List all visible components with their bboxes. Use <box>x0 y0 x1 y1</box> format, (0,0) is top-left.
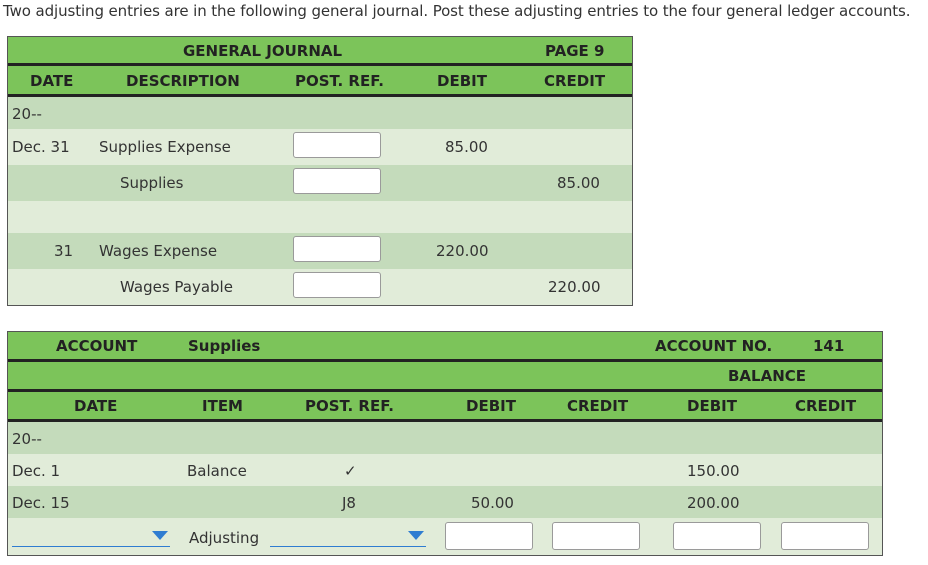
journal-row-date: Dec. 31 <box>12 138 70 156</box>
journal-row-description: Wages Expense <box>99 242 218 260</box>
journal-year-row: 20-- <box>8 97 632 129</box>
journal-row-credit: 220.00 <box>548 278 601 296</box>
col-date: DATE <box>74 397 118 415</box>
col-post-ref: POST. REF. <box>305 397 394 415</box>
journal-row-description: Supplies <box>120 174 184 192</box>
col-debit: DEBIT <box>437 72 487 90</box>
journal-row-date: 31 <box>54 242 74 260</box>
entry-item: Adjusting <box>189 529 260 547</box>
credit-input[interactable] <box>552 522 640 550</box>
journal-row: 31 Wages Expense 220.00 <box>8 233 632 269</box>
general-journal: GENERAL JOURNAL PAGE 9 DATE DESCRIPTION … <box>7 36 633 306</box>
ledger-entry-row: Adjusting <box>8 518 882 555</box>
balance-label: BALANCE <box>728 367 807 385</box>
ledger-row-debit: 50.00 <box>471 494 514 512</box>
journal-row: Dec. 31 Supplies Expense 85.00 <box>8 129 632 165</box>
balance-credit-input[interactable] <box>781 522 869 550</box>
ledger-row-post-ref: J8 <box>342 494 356 512</box>
ledger-year: 20-- <box>12 430 42 448</box>
journal-page: PAGE 9 <box>545 42 605 60</box>
post-ref-input[interactable] <box>293 132 381 158</box>
journal-row-debit: 85.00 <box>445 138 488 156</box>
chevron-down-icon <box>408 531 424 540</box>
post-ref-select[interactable] <box>270 525 426 547</box>
journal-row-description: Wages Payable <box>120 278 233 296</box>
instructions: Two adjusting entries are in the followi… <box>3 2 911 20</box>
col-date: DATE <box>30 72 74 90</box>
journal-row: Wages Payable 220.00 <box>8 269 632 305</box>
balance-header: BALANCE <box>8 362 882 389</box>
ledger-year-row: 20-- <box>8 422 882 454</box>
ledger-row-balance-debit: 150.00 <box>687 462 740 480</box>
journal-row-description: Supplies Expense <box>99 138 231 156</box>
ledger-row-date: Dec. 1 <box>12 462 61 480</box>
account-label: ACCOUNT <box>56 337 138 355</box>
col-post-ref: POST. REF. <box>295 72 384 90</box>
col-credit: CREDIT <box>567 397 629 415</box>
post-ref-input[interactable] <box>293 272 381 298</box>
ledger-row-balance-debit: 200.00 <box>687 494 740 512</box>
post-ref-input[interactable] <box>293 236 381 262</box>
journal-row-credit: 85.00 <box>557 174 600 192</box>
ledger-account: ACCOUNT Supplies ACCOUNT NO. 141 BALANCE… <box>7 331 883 556</box>
col-item: ITEM <box>202 397 243 415</box>
col-balance-credit: CREDIT <box>795 397 857 415</box>
col-credit: CREDIT <box>544 72 606 90</box>
chevron-down-icon <box>152 531 168 540</box>
balance-debit-input[interactable] <box>673 522 761 550</box>
journal-year: 20-- <box>12 105 42 123</box>
col-balance-debit: DEBIT <box>687 397 737 415</box>
account-no: 141 <box>813 337 845 355</box>
date-select[interactable] <box>12 525 170 547</box>
journal-row-debit: 220.00 <box>436 242 489 260</box>
debit-input[interactable] <box>445 522 533 550</box>
journal-column-headers: DATE DESCRIPTION POST. REF. DEBIT CREDIT <box>8 66 632 94</box>
ledger-row-date: Dec. 15 <box>12 494 70 512</box>
ledger-row-item: Balance <box>187 462 247 480</box>
col-debit: DEBIT <box>466 397 516 415</box>
post-ref-input[interactable] <box>293 168 381 194</box>
journal-title: GENERAL JOURNAL <box>183 42 343 60</box>
account-name: Supplies <box>188 337 261 355</box>
col-description: DESCRIPTION <box>126 72 240 90</box>
journal-blank-row <box>8 201 632 233</box>
journal-title-bar: GENERAL JOURNAL PAGE 9 <box>8 37 632 63</box>
ledger-row: Dec. 15 J8 50.00 200.00 <box>8 486 882 518</box>
checkmark-icon: ✓ <box>344 462 357 480</box>
account-no-label: ACCOUNT NO. <box>655 337 773 355</box>
account-header: ACCOUNT Supplies ACCOUNT NO. 141 <box>8 332 882 359</box>
journal-row: Supplies 85.00 <box>8 165 632 201</box>
ledger-column-headers: DATE ITEM POST. REF. DEBIT CREDIT DEBIT … <box>8 392 882 419</box>
ledger-row: Dec. 1 Balance ✓ 150.00 <box>8 454 882 486</box>
